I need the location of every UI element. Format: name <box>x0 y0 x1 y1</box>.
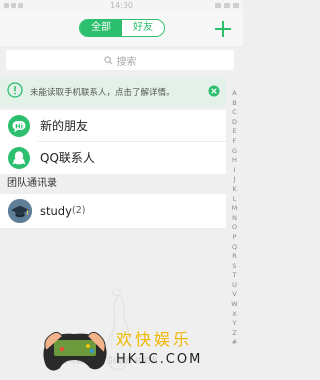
new-friends-label: 新的朋友 <box>40 119 89 133</box>
add-contact-button[interactable] <box>213 19 233 39</box>
status-time: 14:30 <box>109 1 134 10</box>
permission-notice[interactable]: 未能读取手机联系人，点击了解详情。 <box>0 77 226 107</box>
alphabet-index-letter[interactable]: F <box>226 137 243 147</box>
watermark: 欢快娱乐 HK1C.COM <box>40 322 243 380</box>
header: 全部 好友 <box>0 12 243 46</box>
alphabet-index-letter[interactable]: I <box>226 166 243 176</box>
team-avatar <box>8 199 32 223</box>
alphabet-index-letter[interactable]: J <box>226 175 243 185</box>
team-name: study <box>40 204 72 218</box>
list-item-new-friends[interactable]: Hi 新的朋友 <box>0 110 226 142</box>
list-item-team-study[interactable]: study (2) <box>0 194 226 228</box>
alphabet-index-letter[interactable]: O <box>226 223 243 233</box>
alphabet-index-letter[interactable]: V <box>226 290 243 300</box>
contact-filter-segment: 全部 好友 <box>79 19 165 37</box>
qq-penguin-icon <box>8 147 30 169</box>
alphabet-index-letter[interactable]: A <box>226 89 243 99</box>
alphabet-index-letter[interactable]: R <box>226 252 243 262</box>
alphabet-index-letter[interactable]: X <box>226 310 243 320</box>
team-member-count: (2) <box>72 205 86 216</box>
close-icon[interactable] <box>208 85 220 97</box>
alphabet-index-letter[interactable]: U <box>226 281 243 291</box>
alphabet-index-letter[interactable]: N <box>226 214 243 224</box>
search-bar[interactable]: 搜索 <box>6 50 234 70</box>
watermark-url: HK1C.COM <box>116 352 203 367</box>
alphabet-index-letter[interactable]: E <box>226 127 243 137</box>
warning-icon <box>7 82 23 98</box>
alphabet-index-letter[interactable]: S <box>226 262 243 272</box>
alphabet-index-letter[interactable]: Q <box>226 243 243 253</box>
tab-all[interactable]: 全部 <box>80 20 122 36</box>
notice-text: 未能读取手机联系人，点击了解详情。 <box>30 88 175 98</box>
alphabet-index-letter[interactable]: M <box>226 204 243 214</box>
svg-text:Hi: Hi <box>15 122 23 130</box>
search-icon <box>103 55 112 64</box>
alphabet-index-letter[interactable]: T <box>226 271 243 281</box>
section-title: 团队通讯录 <box>7 178 57 189</box>
gamepad-logo <box>43 331 107 371</box>
list-item-qq-contacts[interactable]: QQ联系人 <box>0 142 226 174</box>
alphabet-index-letter[interactable]: P <box>226 233 243 243</box>
alphabet-index-letter[interactable]: B <box>226 99 243 109</box>
alphabet-index-letter[interactable]: D <box>226 118 243 128</box>
system-icons <box>215 3 239 8</box>
alphabet-index-letter[interactable]: L <box>226 195 243 205</box>
status-bar: 14:30 <box>0 0 243 12</box>
alphabet-index-letter[interactable]: W <box>226 300 243 310</box>
team-directory-header: 团队通讯录 <box>0 174 226 194</box>
alphabet-index-letter[interactable]: K <box>226 185 243 195</box>
alphabet-index-letter[interactable]: H <box>226 156 243 166</box>
alphabet-index[interactable]: A B C D E F G H I J K L M N O P Q R S T U V W X Y Z # <box>226 89 243 348</box>
watermark-title: 欢快娱乐 <box>116 330 193 349</box>
qq-contacts-label: QQ联系人 <box>40 151 95 165</box>
alphabet-index-letter[interactable]: C <box>226 108 243 118</box>
tab-friends[interactable]: 好友 <box>122 20 164 36</box>
alphabet-index-letter[interactable]: G <box>226 147 243 157</box>
search-label: 搜索 <box>116 56 137 68</box>
new-friends-icon: Hi <box>8 115 30 137</box>
